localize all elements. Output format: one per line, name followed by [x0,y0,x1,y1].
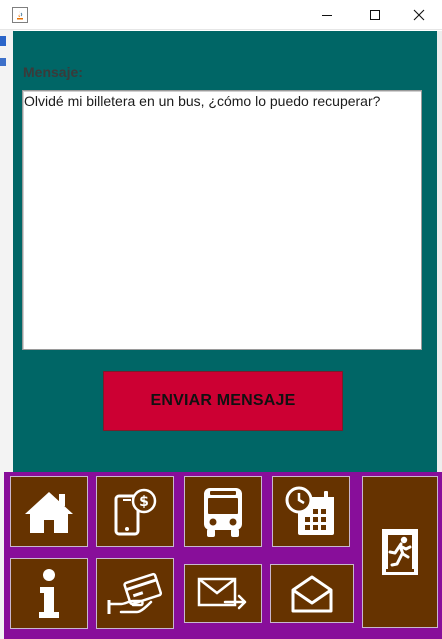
minimize-icon [322,15,332,16]
exit-icon [382,529,418,575]
info-icon [39,568,59,618]
send-message-button[interactable]: ENVIAR MENSAJE [103,371,343,431]
card-payment-button[interactable] [96,558,174,629]
app-window: Mensaje: Olvidé mi billetera en un bus, … [0,0,442,639]
exit-button[interactable] [362,476,438,628]
home-icon [25,491,73,533]
home-button[interactable] [10,476,88,547]
background-window-blue-mark [0,58,6,66]
card-payment-icon [107,572,163,614]
send-mail-icon [197,577,247,609]
send-mail-button[interactable] [184,564,262,623]
mobile-payment-button[interactable]: $ [96,476,174,547]
schedule-button[interactable] [272,476,350,547]
maximize-button[interactable] [352,0,398,30]
java-app-icon [12,7,28,23]
window-edge [437,31,442,472]
inbox-button[interactable] [270,564,354,623]
minimize-button[interactable] [304,0,350,30]
bus-button[interactable] [184,476,262,547]
title-bar[interactable] [0,0,442,30]
navigation-panel: $ [4,472,442,639]
message-form: Mensaje: Olvidé mi billetera en un bus, … [13,31,437,472]
svg-text:$: $ [139,494,149,510]
schedule-calendar-icon [285,486,334,535]
bus-icon [204,487,242,537]
open-mail-icon [291,575,333,612]
message-textarea[interactable]: Olvidé mi billetera en un bus, ¿cómo lo … [22,90,422,350]
close-icon [413,9,425,21]
mobile-payment-icon: $ [114,488,157,535]
message-label: Mensaje: [23,64,83,80]
close-button[interactable] [396,0,442,30]
background-window-blue-mark [0,36,6,46]
maximize-icon [370,10,380,20]
info-button[interactable] [10,558,88,629]
